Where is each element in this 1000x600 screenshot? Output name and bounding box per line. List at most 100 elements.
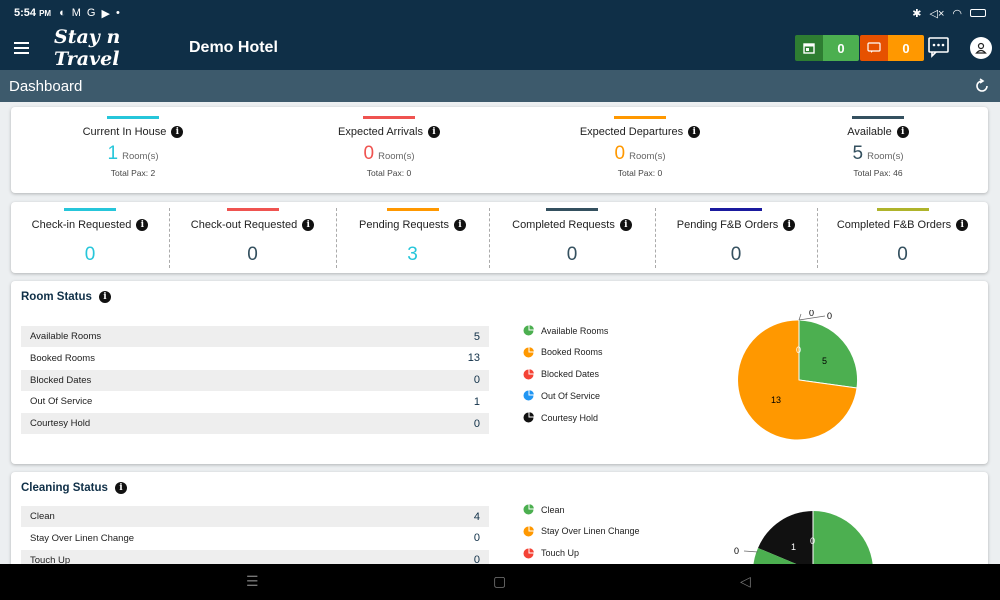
status-row: Blocked Dates 0 — [21, 369, 489, 391]
info-icon[interactable]: i — [688, 126, 701, 138]
status-row: Available Rooms 5 — [21, 326, 489, 347]
status-row-value: 13 — [467, 352, 480, 365]
page-title-bar: Dashboard — [0, 70, 1000, 102]
cleaning-status-title: Cleaning Status i — [21, 482, 127, 494]
info-icon[interactable]: i — [98, 291, 111, 303]
stat-color-bar — [226, 208, 279, 211]
pie-slice-clean — [813, 511, 873, 568]
room-status-pie-chart: 5 13 0 0 0 — [737, 310, 859, 441]
status-row: Clean 4 — [21, 506, 489, 527]
info-icon[interactable]: i — [783, 219, 796, 231]
legend-label: Clean — [541, 504, 565, 515]
legend-item: Blocked Dates — [523, 368, 599, 380]
stat-value: 0 — [84, 244, 96, 265]
kpi-value: 0 — [363, 143, 375, 164]
refresh-icon[interactable] — [974, 78, 990, 94]
stat-color-bar — [546, 208, 598, 211]
info-icon[interactable]: i — [896, 126, 909, 138]
info-icon[interactable]: i — [114, 482, 127, 494]
wifi-icon: ◠ — [952, 7, 962, 20]
bluetooth-icon: ✱ — [912, 7, 922, 20]
request-stat[interactable]: Check-in Requested i 0 — [11, 208, 169, 272]
app-logo: Stay n Travel — [54, 26, 121, 70]
pie-legend-icon — [523, 525, 534, 537]
clock-time: 5:54 — [14, 7, 37, 19]
request-stat[interactable]: Completed F&B Orders i 0 — [817, 208, 988, 272]
request-stat[interactable]: Pending F&B Orders i 0 — [655, 208, 817, 272]
more-notifications-icon: • — [115, 7, 120, 19]
info-icon[interactable]: i — [619, 219, 632, 231]
info-icon[interactable]: i — [453, 219, 466, 231]
info-icon[interactable]: i — [956, 219, 969, 231]
kpi-value: 0 — [614, 143, 626, 164]
pie-legend-icon — [523, 412, 534, 423]
legend-item: Stay Over Linen Change — [523, 525, 640, 537]
stat-color-bar — [64, 208, 116, 211]
stat-value: 0 — [247, 244, 258, 265]
messages-icon[interactable] — [928, 36, 950, 58]
pie-leader-line — [743, 550, 759, 553]
stat-value: 3 — [407, 244, 418, 265]
legend-item: Courtesy Hold — [523, 412, 598, 423]
home-icon[interactable]: ▢ — [493, 573, 506, 590]
stat-label-row: Completed F&B Orders i — [817, 219, 988, 231]
pie-label: 0 — [796, 345, 801, 355]
kpi-color-bar — [107, 116, 159, 119]
stat-label-row: Completed Requests i — [489, 219, 655, 231]
clock-ampm: PM — [39, 9, 52, 18]
status-row-label: Booked Rooms — [30, 352, 95, 364]
request-stat[interactable]: Pending Requests i 3 — [336, 208, 489, 272]
stat-color-bar — [386, 208, 439, 211]
status-row-value: 1 — [473, 395, 480, 408]
info-icon[interactable]: i — [171, 126, 184, 138]
kpi-total-pax: Total Pax: 46 — [853, 168, 903, 178]
stat-label: Completed Requests — [512, 219, 615, 231]
info-icon[interactable]: i — [136, 219, 149, 231]
kpi-value: 1 — [107, 143, 119, 164]
kpi-total-pax: Total Pax: 2 — [110, 168, 156, 178]
hamburger-menu-icon[interactable] — [0, 26, 42, 70]
kpi-unit: Room(s) — [867, 151, 904, 162]
info-icon[interactable]: i — [302, 219, 315, 231]
back-icon[interactable]: ◁ — [740, 573, 751, 590]
pie-slice-available — [798, 319, 859, 389]
occupancy-kpi: Expected Arrivals i 0 Room(s) Total Pax: 0 — [299, 116, 479, 178]
calendar-count: 0 — [823, 35, 859, 61]
request-stat[interactable]: Completed Requests i 0 — [489, 208, 655, 272]
legend-item: Out Of Service — [523, 390, 600, 401]
chat-bubble-icon — [860, 35, 888, 61]
kpi-color-bar — [363, 116, 415, 119]
legend-label: Stay Over Linen Change — [541, 526, 640, 537]
legend-label: Available Rooms — [541, 325, 609, 336]
legend-item: Available Rooms — [523, 325, 608, 336]
room-status-title-text: Room Status — [21, 291, 92, 303]
stat-label: Completed F&B Orders — [836, 219, 952, 231]
hotel-name: Demo Hotel — [189, 39, 278, 56]
kpi-label-row: Expected Arrivals i — [299, 126, 479, 138]
legend-label: Touch Up — [541, 548, 580, 559]
requests-counter-button[interactable]: 0 — [860, 35, 924, 61]
kpi-value-row: 0 Room(s) — [550, 143, 730, 165]
calendar-counter-button[interactable]: 0 — [795, 35, 859, 61]
room-status-title: Room Status i — [21, 291, 111, 303]
info-icon[interactable]: i — [427, 126, 440, 138]
legend-label: Courtesy Hold — [541, 412, 599, 423]
stat-label-row: Pending F&B Orders i — [655, 219, 817, 231]
pie-leader-line — [798, 313, 802, 321]
recent-apps-icon[interactable]: ☰ — [246, 573, 259, 590]
stat-label-row: Check-out Requested i — [169, 219, 336, 231]
pie-legend-icon — [523, 368, 534, 380]
system-navigation-bar: ☰ ▢ ◁ — [0, 564, 1000, 600]
request-stat[interactable]: Check-out Requested i 0 — [169, 208, 336, 272]
status-row-value: 5 — [473, 330, 480, 343]
cleaning-status-title-text: Cleaning Status — [21, 482, 108, 494]
app-notification-icon: ◐ — [59, 7, 66, 19]
stat-label: Check-out Requested — [190, 219, 298, 231]
kpi-label: Current In House — [82, 126, 167, 138]
pie-legend-icon — [523, 325, 534, 336]
kpi-label-row: Expected Departures i — [550, 126, 730, 138]
profile-avatar-icon[interactable] — [970, 37, 992, 59]
pie-legend-icon — [523, 547, 534, 559]
pie-label: 0 — [809, 310, 814, 318]
kpi-value: 5 — [852, 143, 864, 164]
